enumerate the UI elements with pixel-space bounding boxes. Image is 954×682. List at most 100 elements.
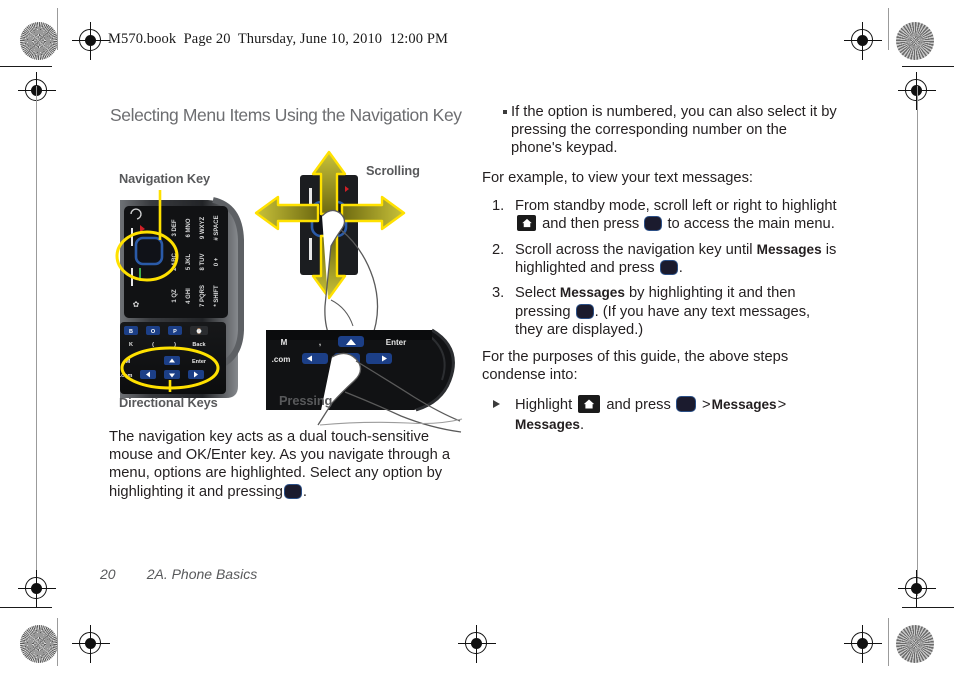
svg-text:2 ABC: 2 ABC: [172, 252, 178, 270]
trim-line-bottom-right-v: [888, 618, 889, 666]
svg-text:* SHIFT: * SHIFT: [214, 285, 220, 307]
press-icon: [575, 303, 594, 319]
shortcut-item: Highlight and press >Messages> Messages.: [482, 395, 840, 435]
svg-text:0 +: 0 +: [214, 257, 220, 266]
svg-text:6 MNO: 6 MNO: [186, 218, 192, 237]
phone-figure: 3 DEF 6 MNO 9 WXYZ # SPACE 2 ABC 5 JKL 8…: [115, 190, 244, 398]
right-column: If the option is numbered, you can also …: [482, 103, 840, 435]
step-2-part-a: Scroll across the navigation key until: [515, 241, 753, 258]
svg-text:.com: .com: [272, 355, 291, 364]
figure-label-scrolling: Scrolling: [366, 163, 420, 178]
crosshair-mark-top-right: [844, 22, 882, 60]
svg-text:): ): [174, 342, 176, 348]
svg-text:K: K: [129, 342, 133, 348]
trim-line-top-right-v: [888, 8, 889, 50]
step-1-part-c: to access the main menu.: [667, 216, 835, 233]
starburst-mark-bottom-left: [20, 625, 58, 663]
svg-text:5 JKL: 5 JKL: [186, 253, 192, 270]
trim-line-right-lower-h: [902, 607, 954, 608]
step-2-part-c: .: [678, 260, 683, 277]
svg-text:.com: .com: [120, 373, 133, 379]
trim-line-left-lower-h: [0, 607, 52, 608]
shortcut-mid: and press: [606, 397, 671, 414]
trim-line-right-upper-h: [902, 66, 954, 67]
svg-text:8 TUV: 8 TUV: [200, 253, 206, 270]
svg-text:M: M: [281, 338, 288, 347]
svg-text:B: B: [129, 329, 133, 335]
step-item-3: 3. Select Messages by highlighting it an…: [482, 284, 840, 339]
page-slug: M570.book Page 20 Thursday, June 10, 201…: [108, 31, 449, 47]
svg-text:9 WXYZ: 9 WXYZ: [200, 217, 206, 240]
svg-text:# SPACE: # SPACE: [214, 215, 220, 240]
step-2-menu-name: Messages: [756, 241, 822, 257]
press-icon: [659, 260, 678, 276]
trim-line-bottom-left-v: [57, 618, 58, 666]
trim-line-top-left-v: [57, 8, 58, 50]
shortcut-separator-1: >: [702, 397, 711, 414]
step-number-3: 3.: [492, 285, 505, 302]
figure-label-pressing: Pressing: [279, 393, 333, 408]
shortcut-separator-2: >: [777, 397, 787, 414]
starburst-mark-bottom-right: [896, 625, 934, 663]
trim-line-left-v: [36, 86, 37, 596]
crosshair-mark-bottom-left: [72, 625, 110, 663]
svg-text:⌚: ⌚: [196, 328, 203, 335]
svg-text:M: M: [126, 359, 131, 365]
svg-text:1 QZ: 1 QZ: [172, 289, 178, 303]
starburst-mark-top-left: [20, 22, 58, 60]
shortcut-period: .: [580, 417, 585, 434]
navigation-key-paragraph: The navigation key acts as a dual touch-…: [109, 428, 459, 501]
example-lead-in: For example, to view your text messages:: [482, 169, 754, 186]
svg-text:3 DEF: 3 DEF: [172, 219, 178, 236]
shortcut-menu-1: Messages: [711, 397, 777, 413]
crosshair-mark-right-lower: [898, 570, 936, 608]
steps-list: 1. From standby mode, scroll left or rig…: [482, 197, 840, 340]
step-item-1: 1. From standby mode, scroll left or rig…: [482, 197, 840, 234]
crosshair-mark-left-lower: [18, 570, 56, 608]
step-3-part-a: Select: [515, 285, 556, 302]
step-1-part-a: From standby mode, scroll left or right …: [515, 197, 837, 214]
svg-text:4 GHI: 4 GHI: [186, 288, 192, 304]
svg-text:Enter: Enter: [192, 359, 207, 365]
svg-text:Enter: Enter: [386, 338, 406, 347]
step-number-1: 1.: [492, 197, 505, 214]
left-column: The navigation key acts as a dual touch-…: [109, 428, 459, 501]
svg-text:(: (: [152, 342, 154, 348]
trim-line-right-v: [917, 86, 918, 596]
press-icon: [283, 483, 302, 499]
home-icon: [578, 395, 601, 414]
svg-text:✿: ✿: [133, 300, 140, 309]
svg-text:Back: Back: [192, 342, 206, 348]
note-bullet-item: If the option is numbered, you can also …: [482, 103, 840, 158]
shortcut-prefix: Highlight: [515, 397, 573, 414]
step-item-2: 2. Scroll across the navigation key unti…: [482, 241, 840, 278]
starburst-mark-top-right: [896, 22, 934, 60]
press-icon: [644, 216, 663, 232]
crosshair-mark-top-left: [72, 22, 110, 60]
svg-text:O: O: [151, 329, 156, 335]
press-icon: [675, 396, 696, 413]
navigation-key-paragraph-text: The navigation key acts as a dual touch-…: [109, 429, 451, 500]
triangle-bullet-icon: [493, 400, 500, 409]
pressing-diagram: M , Enter .com: [266, 328, 463, 433]
navigation-key-paragraph-period: .: [302, 483, 308, 500]
svg-text:7 PQRS: 7 PQRS: [200, 285, 206, 307]
page-footer: 20 2A. Phone Basics: [100, 566, 258, 582]
page-title: Selecting Menu Items Using the Navigatio…: [110, 105, 462, 125]
figure-label-directional-keys: Directional Keys: [119, 395, 218, 410]
trim-line-left-upper-h: [0, 66, 52, 67]
scrolling-diagram: [254, 150, 406, 341]
square-bullet-icon: [503, 110, 507, 114]
step-1-part-b: and then press: [542, 216, 640, 233]
svg-text:P: P: [173, 329, 177, 335]
svg-text:,: ,: [319, 338, 321, 347]
crosshair-mark-left-upper: [18, 72, 56, 110]
crosshair-mark-bottom-right: [844, 625, 882, 663]
home-icon: [517, 215, 536, 232]
step-3-menu-name: Messages: [559, 285, 625, 301]
note-bullet-text: If the option is numbered, you can also …: [511, 104, 837, 157]
condense-paragraph: For the purposes of this guide, the abov…: [482, 348, 789, 383]
crosshair-mark-bottom-center: [458, 625, 496, 663]
shortcut-menu-2: Messages: [515, 417, 580, 433]
step-number-2: 2.: [492, 241, 505, 258]
